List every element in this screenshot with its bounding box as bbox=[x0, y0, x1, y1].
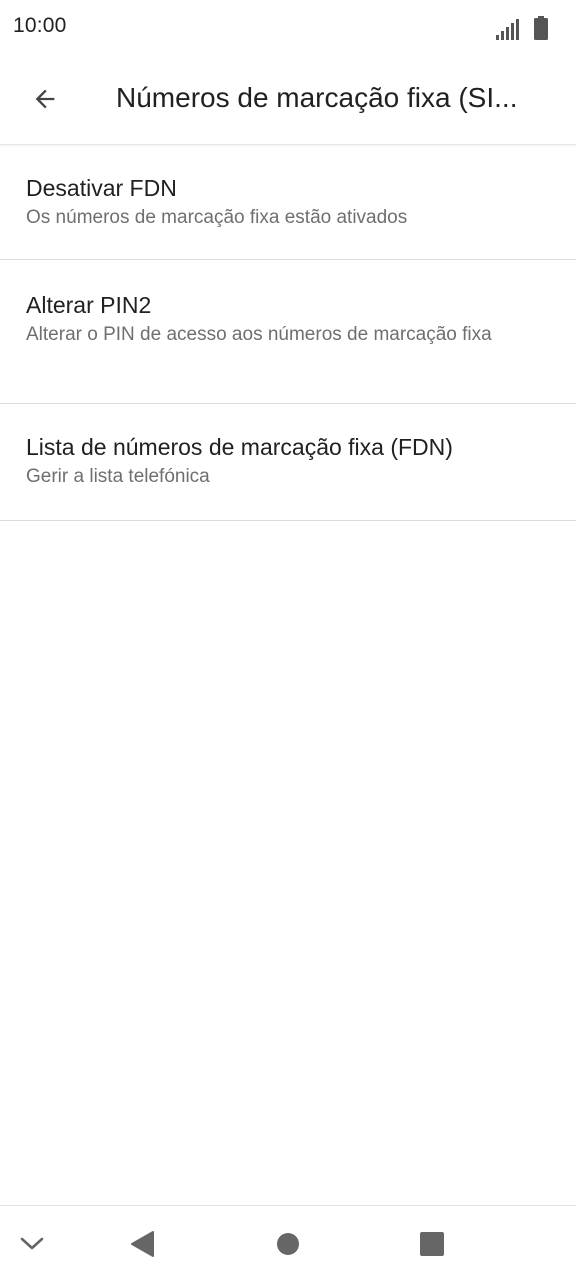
battery-icon bbox=[534, 16, 548, 40]
list-item-title: Alterar PIN2 bbox=[26, 292, 152, 318]
status-icons bbox=[496, 14, 548, 40]
arrow-left-icon bbox=[35, 89, 55, 109]
settings-list: Desativar FDN Os números de marcação fix… bbox=[0, 145, 576, 521]
nav-recents-button[interactable] bbox=[412, 1224, 452, 1264]
back-button[interactable] bbox=[20, 74, 70, 124]
back-triangle-icon bbox=[131, 1231, 154, 1257]
list-item-change-pin2[interactable]: Alterar PIN2 Alterar o PIN de acesso aos… bbox=[0, 260, 576, 404]
list-item-fdn-list[interactable]: Lista de números de marcação fixa (FDN) … bbox=[0, 404, 576, 521]
nav-home-button[interactable] bbox=[268, 1224, 308, 1264]
recents-square-icon bbox=[420, 1232, 444, 1256]
list-item-summary: Os números de marcação fixa estão ativad… bbox=[26, 207, 408, 228]
hide-keyboard-button[interactable] bbox=[12, 1224, 52, 1264]
signal-icon bbox=[496, 19, 519, 40]
page-title: Números de marcação fixa (SI... bbox=[116, 82, 518, 113]
home-circle-icon bbox=[277, 1233, 299, 1255]
nav-back-button[interactable] bbox=[122, 1224, 162, 1264]
chevron-down-icon bbox=[20, 1237, 44, 1250]
list-item-summary: Alterar o PIN de acesso aos números de m… bbox=[26, 324, 492, 345]
status-bar: 10:00 bbox=[0, 0, 576, 54]
navigation-bar bbox=[0, 1205, 576, 1282]
app-bar: Números de marcação fixa (SI... bbox=[0, 54, 576, 145]
list-item-disable-fdn[interactable]: Desativar FDN Os números de marcação fix… bbox=[0, 145, 576, 260]
list-item-summary: Gerir a lista telefónica bbox=[26, 466, 210, 487]
status-time: 10:00 bbox=[13, 14, 67, 37]
list-item-title: Desativar FDN bbox=[26, 175, 177, 201]
list-item-title: Lista de números de marcação fixa (FDN) bbox=[26, 434, 453, 460]
screen: 10:00 Números de marcação fixa (SI... De… bbox=[0, 0, 576, 1282]
